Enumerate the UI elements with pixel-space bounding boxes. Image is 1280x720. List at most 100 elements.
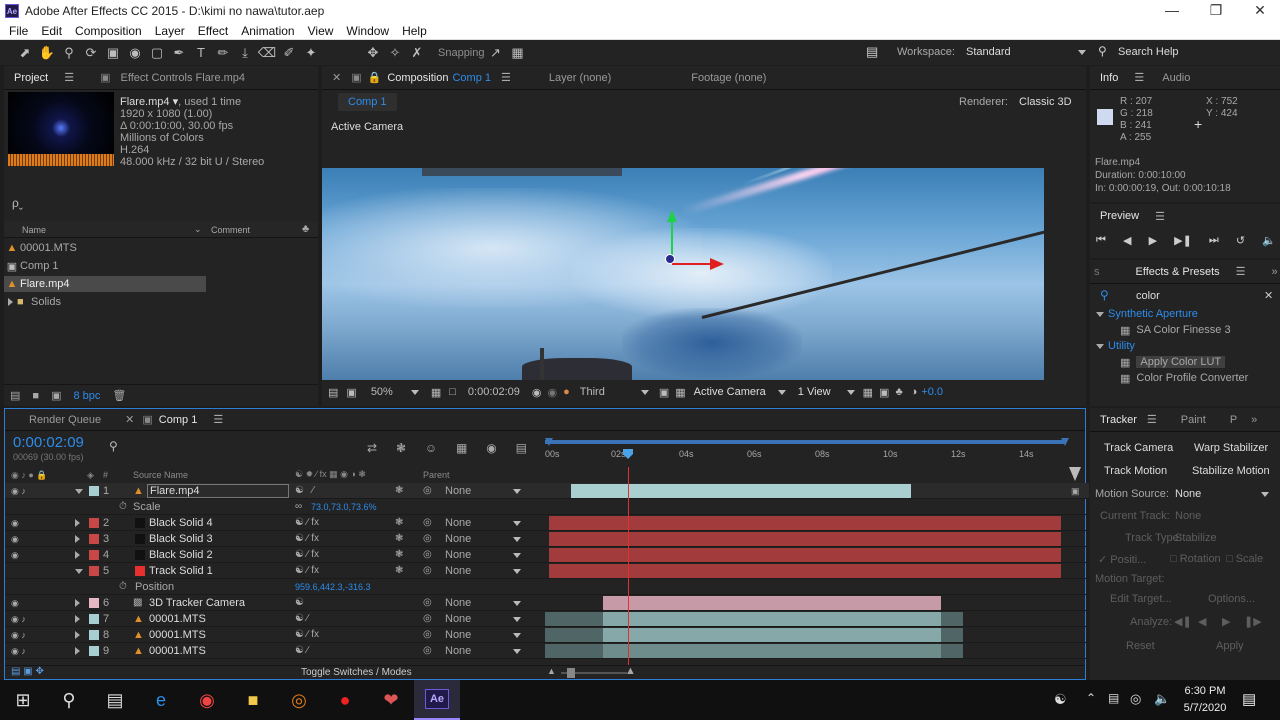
- volume-icon[interactable]: 🔈: [1154, 691, 1170, 707]
- edit-target-button[interactable]: Edit Target...: [1110, 593, 1172, 605]
- analyze-forward-icon[interactable]: ▶: [1222, 615, 1230, 628]
- work-area-end-icon[interactable]: [1061, 438, 1069, 446]
- tab-effect-controls[interactable]: Effect Controls Flare.mp4: [111, 72, 256, 84]
- clone-stamp-tool-icon[interactable]: ⤓: [234, 43, 256, 63]
- preview-menu-icon[interactable]: ☰: [1155, 210, 1165, 223]
- lock-icon[interactable]: 🔒: [368, 71, 382, 84]
- av-switches-icon[interactable]: ◉ ♪: [11, 643, 26, 659]
- parent-pickwhip-icon[interactable]: ◎: [423, 531, 432, 547]
- effects-group[interactable]: Utility: [1096, 338, 1135, 354]
- layer-name[interactable]: Black Solid 3: [149, 531, 213, 547]
- layer-row[interactable]: ◉ ♪ 9 ▲ 00001.MTS ☯ ∕ ◎ None: [5, 643, 1089, 659]
- flowchart-icon[interactable]: ♣: [302, 223, 309, 235]
- layer-name[interactable]: 00001.MTS: [149, 627, 206, 643]
- sort-icon[interactable]: ⌄: [194, 224, 202, 235]
- timeline-menu-icon[interactable]: ☰: [213, 413, 223, 426]
- parent-value[interactable]: None: [445, 531, 471, 547]
- new-comp-icon[interactable]: ▣: [51, 389, 61, 402]
- parent-dropdown-icon[interactable]: [513, 617, 521, 622]
- av-switches-icon[interactable]: ◉ ♪: [11, 627, 26, 643]
- media-player-icon[interactable]: ◎: [276, 680, 322, 720]
- panel-overflow-icon[interactable]: »: [1251, 414, 1257, 426]
- anchor-point-gizmo[interactable]: [665, 254, 675, 264]
- menu-composition[interactable]: Composition: [75, 24, 142, 38]
- label-color-swatch[interactable]: [89, 534, 99, 544]
- layer-switches-icon[interactable]: ☯ ∕ fx: [295, 563, 319, 579]
- rotation-checkbox[interactable]: □ Rotation: [1170, 553, 1221, 565]
- work-area-bar[interactable]: [545, 440, 1065, 444]
- layer-row[interactable]: ◉ 2 Black Solid 4 ☯ ∕ fx ❃ ◎ None: [5, 515, 1089, 531]
- layer-name[interactable]: Black Solid 4: [149, 515, 213, 531]
- parent-pickwhip-icon[interactable]: ◎: [423, 515, 432, 531]
- effects-menu-icon[interactable]: ☰: [1236, 265, 1246, 278]
- tab-project[interactable]: Project: [4, 72, 58, 84]
- minimize-button[interactable]: —: [1150, 0, 1194, 22]
- project-item[interactable]: ■ Solids: [4, 294, 304, 310]
- parent-value[interactable]: None: [445, 595, 471, 611]
- close-button[interactable]: ✕: [1238, 0, 1280, 22]
- channel-icon[interactable]: ●: [563, 386, 570, 398]
- parent-pickwhip-icon[interactable]: ◎: [423, 611, 432, 627]
- zoom-in-icon[interactable]: ▲: [625, 665, 636, 677]
- comp-breadcrumb[interactable]: Comp 1: [338, 93, 397, 111]
- collapse-icon[interactable]: [1096, 311, 1104, 317]
- menu-layer[interactable]: Layer: [155, 24, 185, 38]
- layer-switches-icon[interactable]: ☯ ∕ fx: [295, 515, 319, 531]
- region-icon[interactable]: □: [449, 386, 456, 398]
- layer-name[interactable]: 00001.MTS: [149, 643, 206, 659]
- search-help-input[interactable]: Search Help: [1118, 46, 1179, 58]
- layer-row[interactable]: ◉ ♪ 8 ▲ 00001.MTS ☯ ∕ fx ◎ None: [5, 627, 1089, 643]
- layer-switches-icon[interactable]: ☯ ∕ fx: [295, 547, 319, 563]
- menu-edit[interactable]: Edit: [41, 24, 62, 38]
- edge-browser-icon[interactable]: e: [138, 680, 184, 720]
- panel-overflow-icon[interactable]: »: [1272, 266, 1278, 278]
- parent-pickwhip-icon[interactable]: ◎: [423, 563, 432, 579]
- tab-paint[interactable]: Paint: [1171, 414, 1216, 426]
- world-axis-icon[interactable]: ✧: [384, 43, 406, 63]
- av-switches-icon[interactable]: ◉ ♪: [11, 611, 26, 627]
- new-folder-icon[interactable]: ■: [32, 390, 39, 402]
- rectangle-tool-icon[interactable]: ▢: [146, 43, 168, 63]
- parent-value[interactable]: None: [445, 627, 471, 643]
- video-switch-icon[interactable]: ◉: [11, 531, 19, 547]
- timeline-search-icon[interactable]: ⚲: [109, 439, 118, 453]
- pen-tool-icon[interactable]: ✒: [168, 43, 190, 63]
- timeline-footer-icons[interactable]: ▤ ▣ ✥: [11, 666, 44, 677]
- layer-name[interactable]: Flare.mp4: [147, 484, 289, 498]
- apply-button[interactable]: Apply: [1216, 640, 1244, 652]
- time-ruler[interactable]: 00s 02s 04s 06s 08s 10s 12s 14s: [545, 437, 1069, 467]
- views-dropdown-icon[interactable]: [846, 389, 855, 395]
- collapse-icon[interactable]: [75, 569, 83, 574]
- exposure-icon[interactable]: ◑: [911, 386, 918, 398]
- draft-3d-icon[interactable]: ❃: [396, 441, 406, 455]
- parent-dropdown-icon[interactable]: [513, 553, 521, 558]
- motion-source-dropdown-icon[interactable]: [1261, 492, 1269, 497]
- tray-overflow-icon[interactable]: ⌃: [1086, 691, 1096, 705]
- people-icon[interactable]: ☯: [1054, 691, 1067, 708]
- scale-checkbox[interactable]: □ Scale: [1226, 553, 1263, 565]
- snapshot-icon[interactable]: ◉: [532, 386, 542, 399]
- project-menu-icon[interactable]: ☰: [64, 71, 74, 84]
- transparency-grid-icon[interactable]: ▦: [675, 386, 685, 399]
- workspace-value[interactable]: Standard: [966, 46, 1011, 58]
- type-tool-icon[interactable]: T: [190, 43, 212, 63]
- flowchart-icon[interactable]: ♣: [895, 386, 902, 398]
- effects-item[interactable]: ▦ Apply Color LUT: [1120, 354, 1226, 370]
- parent-value[interactable]: None: [445, 547, 471, 563]
- layer-row[interactable]: ◉ 3 Black Solid 3 ☯ ∕ fx ❃ ◎ None: [5, 531, 1089, 547]
- column-name[interactable]: Name: [22, 225, 46, 235]
- current-track-value[interactable]: None: [1175, 510, 1201, 522]
- zoom-out-icon[interactable]: ▲: [547, 666, 556, 676]
- parent-dropdown-icon[interactable]: [513, 633, 521, 638]
- label-color-swatch[interactable]: [89, 630, 99, 640]
- views-value[interactable]: 1 View: [798, 386, 831, 398]
- maximize-button[interactable]: ❐: [1194, 0, 1238, 22]
- zoom-dropdown-icon[interactable]: [410, 389, 419, 395]
- frame-blending-icon[interactable]: ▦: [456, 441, 467, 455]
- project-search-input[interactable]: ρˬ: [12, 196, 23, 210]
- expand-icon[interactable]: [75, 551, 80, 559]
- parent-dropdown-icon[interactable]: [513, 521, 521, 526]
- effects-search-input[interactable]: color: [1136, 290, 1160, 302]
- tab-info[interactable]: Info: [1090, 72, 1128, 84]
- grid-icon[interactable]: ▦: [431, 386, 441, 399]
